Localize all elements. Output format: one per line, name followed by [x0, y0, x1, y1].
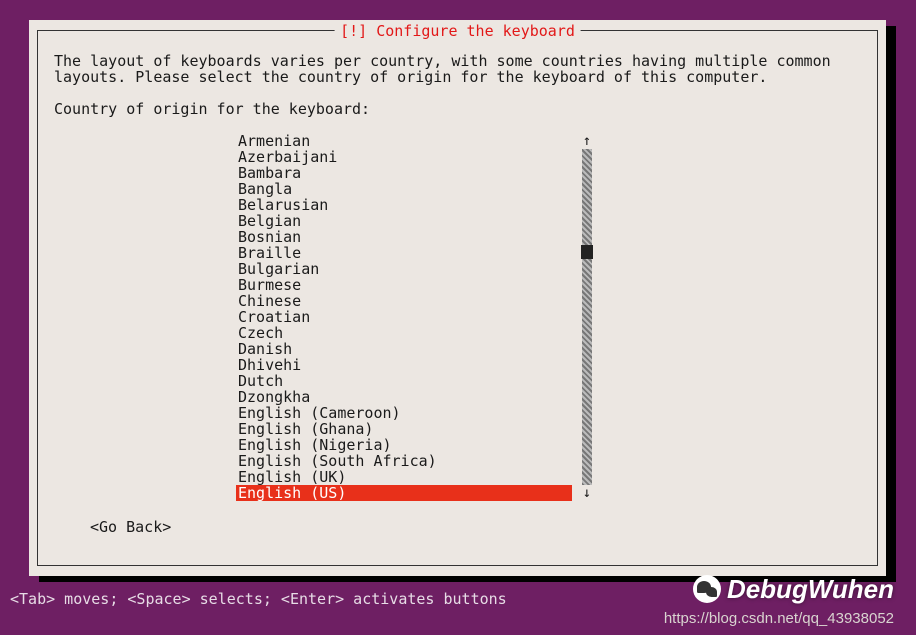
list-item[interactable]: Belgian	[236, 213, 572, 229]
dialog-title: [!] Configure the keyboard	[334, 23, 581, 39]
list-item[interactable]: English (US)	[236, 485, 572, 501]
list-item[interactable]: Chinese	[236, 293, 572, 309]
list-item[interactable]: Bambara	[236, 165, 572, 181]
list-item[interactable]: Bosnian	[236, 229, 572, 245]
dialog: [!] Configure the keyboard The layout of…	[29, 20, 886, 576]
scroll-down-icon[interactable]: ↓	[583, 485, 591, 501]
list-item[interactable]: Croatian	[236, 309, 572, 325]
list-item[interactable]: English (Ghana)	[236, 421, 572, 437]
scroll-up-icon[interactable]: ↑	[583, 133, 591, 149]
list-item[interactable]: Braille	[236, 245, 572, 261]
list-item[interactable]: Dutch	[236, 373, 572, 389]
list-item[interactable]: Azerbaijani	[236, 149, 572, 165]
list-item[interactable]: English (South Africa)	[236, 453, 572, 469]
dialog-body: The layout of keyboards varies per count…	[54, 53, 861, 549]
list-item[interactable]: Armenian	[236, 133, 572, 149]
dialog-description: The layout of keyboards varies per count…	[54, 53, 861, 85]
list-item[interactable]: Bangla	[236, 181, 572, 197]
watermark-author: DebugWuhen	[693, 575, 894, 603]
wechat-icon	[693, 575, 721, 603]
list-item[interactable]: Dhivehi	[236, 357, 572, 373]
list-item[interactable]: Burmese	[236, 277, 572, 293]
dialog-border: [!] Configure the keyboard The layout of…	[37, 30, 878, 566]
dialog-prompt: Country of origin for the keyboard:	[54, 101, 861, 117]
keyboard-country-list[interactable]: ArmenianAzerbaijaniBambaraBanglaBelarusi…	[236, 133, 596, 501]
list-item[interactable]: Czech	[236, 325, 572, 341]
watermark-url: https://blog.csdn.net/qq_43938052	[664, 611, 894, 627]
list-item[interactable]: English (UK)	[236, 469, 572, 485]
scrollbar-thumb[interactable]	[581, 245, 593, 259]
watermark-author-text: DebugWuhen	[727, 581, 894, 597]
list-item[interactable]: Bulgarian	[236, 261, 572, 277]
help-bar: <Tab> moves; <Space> selects; <Enter> ac…	[10, 591, 507, 607]
list-item[interactable]: English (Cameroon)	[236, 405, 572, 421]
scrollbar[interactable]: ↑ ↓	[578, 133, 596, 501]
list-item[interactable]: Dzongkha	[236, 389, 572, 405]
installer-screen: [!] Configure the keyboard The layout of…	[0, 0, 916, 635]
list-item[interactable]: Belarusian	[236, 197, 572, 213]
list-item[interactable]: English (Nigeria)	[236, 437, 572, 453]
scrollbar-track[interactable]	[582, 149, 592, 485]
list-item[interactable]: Danish	[236, 341, 572, 357]
go-back-button[interactable]: <Go Back>	[90, 519, 171, 535]
